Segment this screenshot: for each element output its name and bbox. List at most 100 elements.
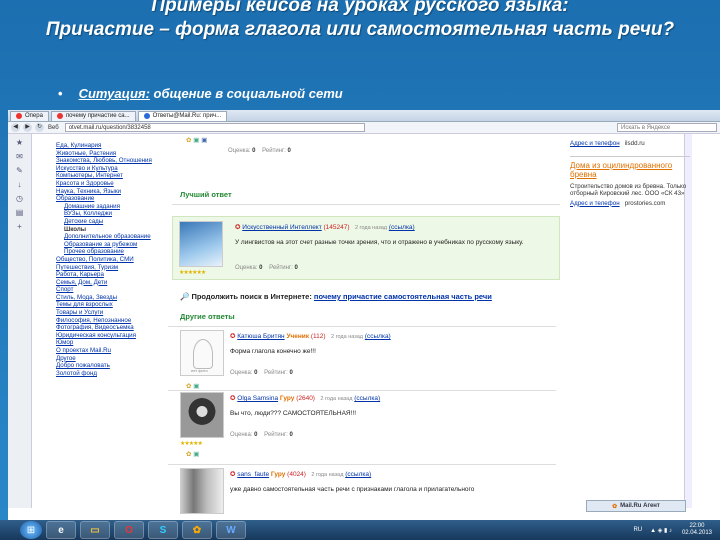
category-link[interactable]: Образование за рубежом	[56, 241, 166, 249]
category-link[interactable]: Красота и Здоровье	[56, 180, 166, 188]
category-link[interactable]: Золотой фонд	[56, 370, 166, 378]
category-link[interactable]: Юмор	[56, 339, 166, 347]
browser-tabbar: Опера почему причастие са... Ответы@Mail…	[8, 110, 720, 122]
category-link[interactable]: Образование	[56, 195, 166, 203]
opera-sidebar: ★ ✉ ✎ ↓ ◷ ▤ +	[8, 134, 32, 508]
answer-link[interactable]: (ссылка)	[389, 224, 415, 231]
ad-address-link[interactable]: Адрес и телефон	[570, 200, 620, 207]
answer-time: 2 года назад	[330, 334, 364, 340]
slide-title-line2: Причастие – форма глагола или самостояте…	[45, 19, 675, 40]
category-link[interactable]: Домашние задания	[56, 203, 166, 211]
share-icon[interactable]: ▣	[201, 137, 207, 144]
category-link[interactable]: Спорт	[56, 286, 166, 294]
category-link[interactable]: Фотография, Видеосъемка	[56, 324, 166, 332]
other-answers-heading: Другие ответы	[180, 312, 235, 321]
clock-date: 02.04.2013	[681, 530, 712, 536]
panels-icon[interactable]: ▤	[13, 208, 27, 218]
avatar[interactable]	[179, 221, 223, 267]
url-input[interactable]: otvet.mail.ru/question/3832458	[64, 123, 365, 132]
ad-address-link[interactable]: Адрес и телефон	[570, 140, 620, 147]
opera-taskbar-icon[interactable]: O	[114, 521, 144, 539]
user-points: (4024)	[287, 471, 306, 478]
tab-answers[interactable]: Ответы@Mail.Ru: прич...	[137, 110, 228, 121]
situation-text: общение в социальной сети	[149, 86, 343, 101]
back-icon[interactable]: ◀	[11, 123, 20, 132]
category-link[interactable]: Семья, Дом, Дети	[56, 279, 166, 287]
category-link[interactable]: Юридическая консультация	[56, 332, 166, 340]
category-link[interactable]: Искусство и Культура	[56, 165, 166, 173]
forward-icon[interactable]: ▶	[23, 123, 32, 132]
flower-icon[interactable]: ✿	[186, 451, 191, 458]
yandex-icon	[56, 113, 63, 119]
gift-icon[interactable]: ▣	[193, 137, 199, 144]
tab-opera[interactable]: Опера	[10, 110, 49, 121]
skype-taskbar-icon[interactable]: S	[148, 521, 178, 539]
bookmark-icon[interactable]: ★	[13, 138, 27, 148]
situation-bullet: • Ситуация: общение в социальной сети	[58, 86, 343, 101]
ad-title[interactable]: Дома из оцилиндрованного бревна	[570, 161, 690, 179]
downloads-icon[interactable]: ↓	[13, 180, 27, 190]
category-link[interactable]: Другое	[56, 355, 166, 363]
start-button[interactable]: ⊞	[20, 521, 42, 539]
system-tray: RU ▲ ◈ ▮ ♪ 22:00 02.04.2013	[633, 523, 712, 537]
category-link[interactable]: Товары и Услуги	[56, 309, 166, 317]
category-link[interactable]: Общество, Политика, СМИ	[56, 256, 166, 264]
answer-text: У лингвистов на этот счет разные точки з…	[235, 239, 524, 246]
category-link[interactable]: Компьютеры, Интернет	[56, 172, 166, 180]
slide-title-line1: Примеры кейсов на уроках русского языка:	[151, 0, 569, 16]
no-photo-icon	[193, 339, 213, 369]
category-link[interactable]: Школы	[56, 226, 166, 234]
user-name[interactable]: Искусственный Интеллект	[242, 224, 321, 231]
category-link[interactable]: Животные, Растения	[56, 150, 166, 158]
notes-icon[interactable]: ✎	[13, 166, 27, 176]
ie-taskbar-icon[interactable]: e	[46, 521, 76, 539]
avatar[interactable]: нет фото	[180, 330, 224, 376]
category-link[interactable]: Философия, Непознанное	[56, 317, 166, 325]
category-link[interactable]: Темы для взрослых	[56, 301, 166, 309]
answer-link[interactable]: (ссылка)	[354, 395, 380, 402]
user-name[interactable]: Катюша Бритян	[237, 333, 284, 340]
category-link[interactable]: Еда, Кулинария	[56, 142, 166, 150]
add-panel-icon[interactable]: +	[13, 222, 27, 232]
category-link[interactable]: Дополнительное образование	[56, 233, 166, 241]
category-link[interactable]: Наука, Техника, Языки	[56, 188, 166, 196]
history-icon[interactable]: ◷	[13, 194, 27, 204]
category-link[interactable]: Прочее образование	[56, 248, 166, 256]
tray-icons[interactable]: ▲ ◈ ▮ ♪	[650, 527, 672, 534]
answer-link[interactable]: (ссылка)	[345, 471, 371, 478]
avatar[interactable]	[180, 468, 224, 514]
user-name[interactable]: Olga Samsina	[237, 395, 278, 402]
word-taskbar-icon[interactable]: W	[216, 521, 246, 539]
rank-stars-icon: ★★★★★★	[179, 270, 206, 276]
answer-rating: Оценка: 0 Рейтинг: 0	[230, 370, 293, 376]
divider	[168, 464, 556, 465]
explorer-taskbar-icon[interactable]: ▭	[80, 521, 110, 539]
gift-icon[interactable]: ▣	[193, 383, 199, 390]
category-link[interactable]: О проектах Mail.Ru	[56, 347, 166, 355]
category-link[interactable]: ВУЗы, Колледжи	[56, 210, 166, 218]
category-link[interactable]: Стиль, Мода, Звезды	[56, 294, 166, 302]
clock[interactable]: 22:00 02.04.2013	[682, 523, 712, 537]
continue-link[interactable]: почему причастие самостоятельная часть р…	[314, 292, 492, 301]
flower-icon[interactable]: ✿	[186, 383, 191, 390]
mailru-agent-button[interactable]: ✿ Mail.Ru Агент	[586, 500, 686, 512]
flower-icon[interactable]: ✿	[186, 137, 191, 144]
mail-icon[interactable]: ✉	[13, 152, 27, 162]
user-name[interactable]: sans_faute	[237, 471, 269, 478]
gift-icon[interactable]: ▣	[193, 451, 199, 458]
category-link[interactable]: Добро пожаловать	[56, 362, 166, 370]
category-link[interactable]: Путешествия, Туризм	[56, 264, 166, 272]
divider	[172, 204, 560, 205]
tab-search[interactable]: почему причастие са...	[50, 110, 136, 121]
agent-taskbar-icon[interactable]: ✿	[182, 521, 212, 539]
reload-icon[interactable]: ↻	[35, 123, 44, 132]
answer-link[interactable]: (ссылка)	[365, 333, 391, 340]
category-link[interactable]: Детские сады	[56, 218, 166, 226]
user-status-icon: ✪	[230, 471, 236, 478]
category-link[interactable]: Знакомства, Любовь, Отношения	[56, 157, 166, 165]
search-input[interactable]: Искать в Яндексе	[617, 123, 717, 132]
avatar[interactable]	[180, 392, 224, 438]
language-indicator[interactable]: RU	[633, 527, 642, 533]
category-link[interactable]: Работа, Карьера	[56, 271, 166, 279]
magnifier-icon: 🔎	[180, 292, 190, 301]
